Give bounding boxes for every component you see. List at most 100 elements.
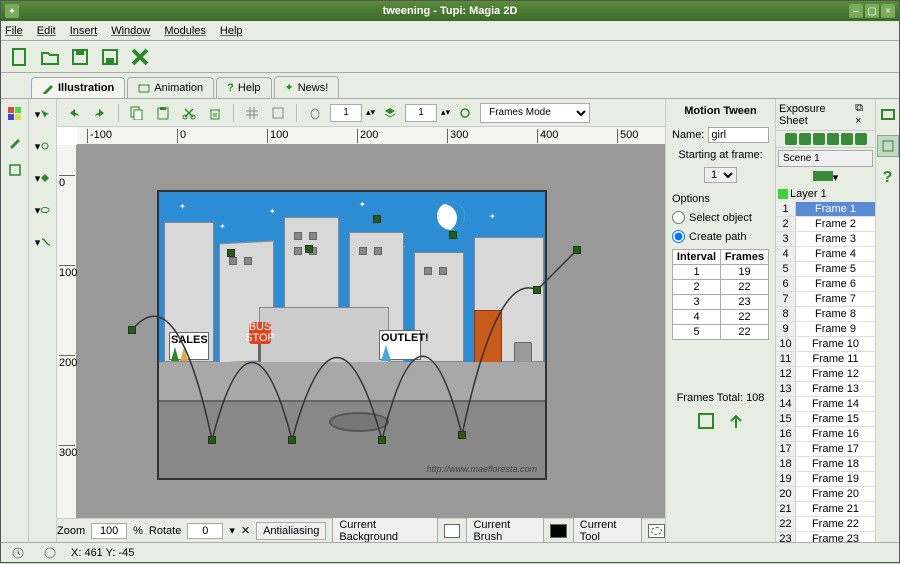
scene-label[interactable]: Scene 1	[778, 150, 873, 167]
curbrush-button[interactable]: Current Brush	[466, 516, 544, 543]
path-handle[interactable]	[128, 326, 136, 334]
antialias-button[interactable]: Antialiasing	[256, 522, 326, 540]
frame-row[interactable]: 10Frame 10	[776, 337, 875, 352]
frame-row[interactable]: 13Frame 13	[776, 382, 875, 397]
refresh-icon[interactable]	[454, 102, 476, 124]
save-icon[interactable]	[69, 46, 91, 68]
frame-row[interactable]: 21Frame 21	[776, 502, 875, 517]
open-icon[interactable]	[39, 46, 61, 68]
frame-row[interactable]: 9Frame 9	[776, 322, 875, 337]
maximize-button[interactable]: ▢	[865, 4, 879, 18]
new-icon[interactable]	[9, 46, 31, 68]
frame-row[interactable]: 19Frame 19	[776, 472, 875, 487]
rotate-input[interactable]	[187, 523, 223, 539]
save-tween-icon[interactable]	[695, 410, 717, 432]
minimize-button[interactable]: –	[849, 4, 863, 18]
path-handle[interactable]	[288, 436, 296, 444]
saveas-icon[interactable]	[99, 46, 121, 68]
frame-row[interactable]: 18Frame 18	[776, 457, 875, 472]
tab-illustration[interactable]: Illustration	[31, 77, 125, 98]
bg-swatch[interactable]	[444, 524, 461, 538]
es-up-icon[interactable]	[813, 133, 825, 145]
tab-news[interactable]: ✦News!	[274, 76, 340, 98]
es-lock-icon[interactable]	[841, 133, 853, 145]
layer-label[interactable]: Layer 1	[790, 188, 827, 200]
node-tool-icon[interactable]: ▾	[32, 135, 54, 157]
frame-spin-1[interactable]	[330, 104, 362, 122]
frame-row[interactable]: 7Frame 7	[776, 292, 875, 307]
detach-icon[interactable]: ⧉ ×	[855, 102, 872, 127]
layers-icon[interactable]	[379, 102, 401, 124]
es-add-icon[interactable]	[785, 133, 797, 145]
exposure-icon[interactable]	[877, 135, 899, 157]
frame-row[interactable]: 12Frame 12	[776, 367, 875, 382]
palette-icon[interactable]	[4, 103, 26, 125]
frame-row[interactable]: 17Frame 17	[776, 442, 875, 457]
path-handle[interactable]	[373, 215, 381, 223]
menu-modules[interactable]: Modules	[164, 25, 206, 37]
frame-row[interactable]: 8Frame 8	[776, 307, 875, 322]
grid2-icon[interactable]	[267, 102, 289, 124]
paste-icon[interactable]	[152, 102, 174, 124]
menu-file[interactable]: File	[5, 25, 23, 37]
delete-icon[interactable]	[204, 102, 226, 124]
help-icon[interactable]: ?	[877, 167, 899, 189]
curtool-button[interactable]: Current Tool	[573, 516, 642, 543]
frame-row[interactable]: 2Frame 2	[776, 217, 875, 232]
menu-insert[interactable]: Insert	[70, 25, 98, 37]
es-remove-icon[interactable]	[799, 133, 811, 145]
frame-row[interactable]: 6Frame 6	[776, 277, 875, 292]
frames-mode-select[interactable]: Frames Mode	[480, 103, 590, 123]
zoom-input[interactable]	[91, 523, 127, 539]
select-tool-icon[interactable]: ▾	[32, 103, 54, 125]
frame-row[interactable]: 3Frame 3	[776, 232, 875, 247]
frame-row[interactable]: 23Frame 23	[776, 532, 875, 542]
copy-icon[interactable]	[126, 102, 148, 124]
frame-row[interactable]: 11Frame 11	[776, 352, 875, 367]
frame-row[interactable]: 20Frame 20	[776, 487, 875, 502]
menu-window[interactable]: Window	[111, 25, 150, 37]
menu-edit[interactable]: Edit	[37, 25, 56, 37]
tween-name-input[interactable]	[708, 127, 769, 143]
scenes-icon[interactable]	[877, 103, 899, 125]
onion-icon[interactable]	[304, 102, 326, 124]
curbg-button[interactable]: Current Background	[332, 516, 437, 543]
start-frame-select[interactable]: 1	[704, 167, 737, 183]
menu-help[interactable]: Help	[220, 25, 243, 37]
close-button[interactable]: ×	[881, 4, 895, 18]
tool-swatch[interactable]	[648, 524, 665, 538]
apply-tween-icon[interactable]	[725, 410, 747, 432]
path-handle[interactable]	[449, 231, 457, 239]
brush-swatch[interactable]	[550, 524, 567, 538]
path-handle[interactable]	[378, 436, 386, 444]
frame-row[interactable]: 14Frame 14	[776, 397, 875, 412]
es-expand-icon[interactable]	[855, 133, 867, 145]
redo-icon[interactable]	[89, 102, 111, 124]
frame-row[interactable]: 4Frame 4	[776, 247, 875, 262]
path-handle[interactable]	[533, 286, 541, 294]
create-path-radio[interactable]	[672, 230, 685, 243]
select-object-radio[interactable]	[672, 211, 685, 224]
view-tool-icon[interactable]: ▾	[32, 199, 54, 221]
path-handle[interactable]	[227, 249, 235, 257]
frame-row[interactable]: 22Frame 22	[776, 517, 875, 532]
fill-tool-icon[interactable]: ▾	[32, 167, 54, 189]
tween-tool-icon[interactable]: ▾	[32, 231, 54, 253]
path-handle[interactable]	[208, 436, 216, 444]
path-handle[interactable]	[305, 245, 313, 253]
frame-spin-2[interactable]	[405, 104, 437, 122]
canvas[interactable]: ✦✦ ✦✦ ✦✦ ✦✦ ✦✦	[77, 145, 665, 518]
frame-row[interactable]: 16Frame 16	[776, 427, 875, 442]
pen-icon[interactable]	[4, 131, 26, 153]
grid-icon[interactable]	[241, 102, 263, 124]
undo-icon[interactable]	[63, 102, 85, 124]
frame-row[interactable]: 15Frame 15	[776, 412, 875, 427]
frame-row[interactable]: 1Frame 1	[776, 202, 875, 217]
path-handle[interactable]	[573, 246, 581, 254]
tab-help[interactable]: ?Help	[216, 77, 271, 98]
path-handle[interactable]	[458, 431, 466, 439]
close-project-icon[interactable]	[129, 46, 151, 68]
library-icon[interactable]	[4, 159, 26, 181]
frame-row[interactable]: 5Frame 5	[776, 262, 875, 277]
tab-animation[interactable]: Animation	[127, 77, 214, 98]
